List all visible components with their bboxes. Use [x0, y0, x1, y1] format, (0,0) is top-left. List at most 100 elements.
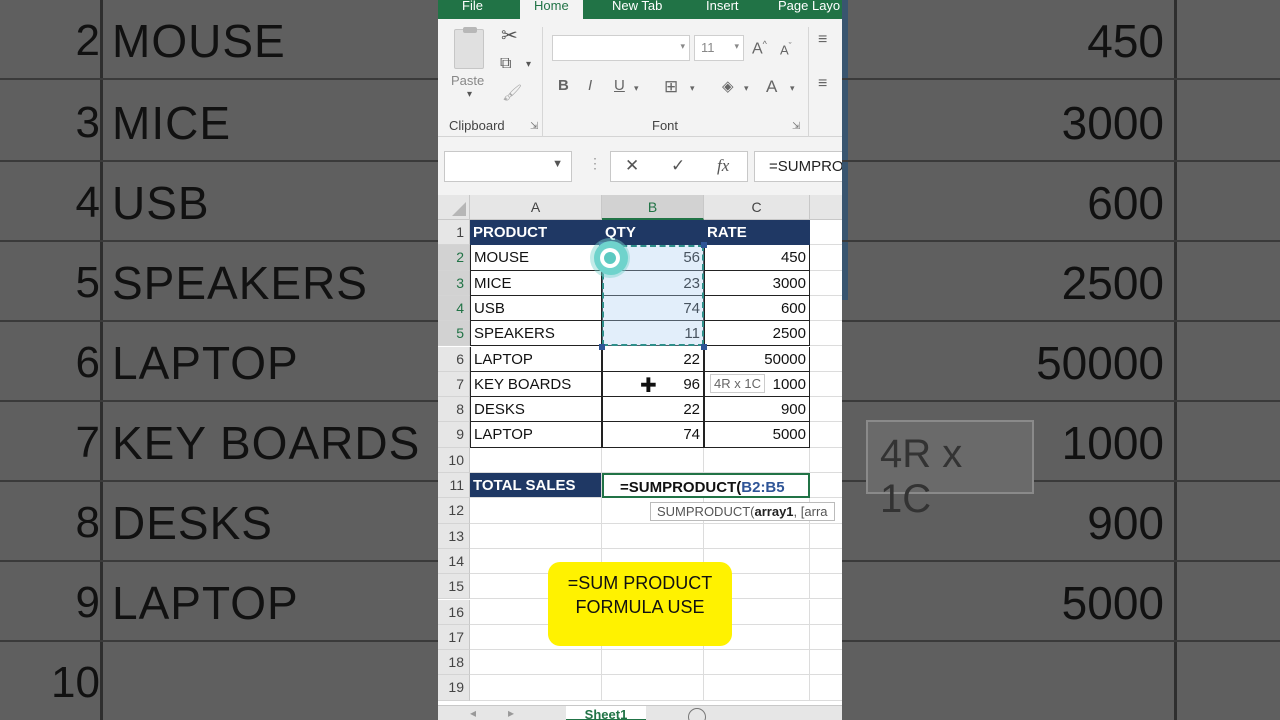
grid-cell[interactable]: [810, 549, 842, 575]
table-cell-product[interactable]: LAPTOP: [470, 346, 602, 372]
font-color-icon[interactable]: A: [766, 77, 777, 97]
row-header[interactable]: 4: [438, 295, 470, 322]
insert-function-icon[interactable]: fx: [717, 156, 729, 176]
row-header[interactable]: 13: [438, 523, 470, 549]
tab-insert[interactable]: Insert: [706, 0, 739, 13]
tab-new-tab[interactable]: New Tab: [612, 0, 662, 13]
table-cell-qty[interactable]: 74: [602, 422, 704, 448]
underline-button[interactable]: U: [614, 77, 625, 94]
grid-cell[interactable]: [810, 675, 842, 701]
fill-color-dropdown-icon[interactable]: ▾: [744, 83, 749, 94]
row-header[interactable]: 7: [438, 371, 470, 398]
column-header-c[interactable]: C: [704, 195, 810, 220]
tab-home[interactable]: Home: [520, 0, 583, 19]
grid-cell[interactable]: [810, 220, 842, 246]
prev-sheet-icon[interactable]: ◂: [470, 706, 476, 720]
row-header[interactable]: 8: [438, 397, 470, 423]
row-header[interactable]: 12: [438, 498, 470, 524]
grid-cell[interactable]: [810, 347, 842, 372]
column-header-b[interactable]: B: [602, 195, 704, 220]
font-size-combobox[interactable]: 11 ▾: [694, 35, 744, 61]
row-header[interactable]: 10: [438, 447, 470, 473]
table-header-cell[interactable]: RATE: [704, 220, 810, 246]
selection-handle[interactable]: [701, 242, 707, 249]
selection-handle[interactable]: [701, 343, 707, 350]
grid-cell[interactable]: [602, 523, 704, 549]
grid-cell[interactable]: [704, 523, 810, 549]
next-sheet-icon[interactable]: ▸: [508, 706, 514, 720]
grid-cell[interactable]: [810, 448, 842, 473]
row-header[interactable]: 18: [438, 650, 470, 676]
grid-cell[interactable]: [810, 245, 842, 271]
row-header[interactable]: 16: [438, 599, 470, 625]
paste-dropdown-icon[interactable]: ▾: [467, 89, 472, 100]
grid-cell[interactable]: [810, 321, 842, 347]
grid-cell[interactable]: [810, 574, 842, 600]
table-cell-qty[interactable]: 22: [602, 397, 704, 423]
format-painter-icon[interactable]: 🖌: [502, 83, 522, 103]
row-header[interactable]: 1: [438, 220, 470, 246]
grid-cell[interactable]: [810, 271, 842, 296]
copy-icon[interactable]: ⧉: [500, 55, 511, 73]
sheet-tab-sheet1[interactable]: Sheet1: [566, 706, 646, 720]
grid-cell[interactable]: [704, 675, 810, 701]
grid-cell[interactable]: [810, 600, 842, 625]
paste-label[interactable]: Paste: [451, 73, 484, 88]
column-header-a[interactable]: A: [470, 195, 602, 220]
font-launcher-icon[interactable]: ⇲: [792, 121, 800, 132]
table-cell-product[interactable]: DESKS: [470, 397, 602, 423]
grow-font-icon[interactable]: A^: [752, 39, 767, 58]
table-cell-product[interactable]: KEY BOARDS: [470, 371, 602, 398]
select-all-button[interactable]: [438, 195, 470, 220]
fill-color-icon[interactable]: ◈: [722, 77, 734, 95]
row-header[interactable]: 9: [438, 422, 470, 448]
row-header[interactable]: 11: [438, 473, 470, 499]
table-cell-product[interactable]: MICE: [470, 270, 602, 296]
table-cell-product[interactable]: SPEAKERS: [470, 321, 602, 347]
grid-cell[interactable]: [810, 296, 842, 322]
clipboard-launcher-icon[interactable]: ⇲: [530, 121, 538, 132]
row-header[interactable]: 6: [438, 346, 470, 372]
grid-cell[interactable]: [602, 675, 704, 701]
font-color-dropdown-icon[interactable]: ▾: [790, 83, 795, 94]
tab-file[interactable]: File: [462, 0, 483, 13]
grid-cell[interactable]: [704, 650, 810, 676]
selection-handle[interactable]: [599, 343, 605, 350]
total-sales-label[interactable]: TOTAL SALES: [470, 473, 602, 499]
name-box[interactable]: ▼: [444, 151, 572, 182]
table-cell-product[interactable]: USB: [470, 295, 602, 322]
shrink-font-icon[interactable]: Aˇ: [780, 41, 792, 57]
add-sheet-icon[interactable]: [688, 708, 706, 720]
paste-icon[interactable]: [454, 27, 484, 69]
table-cell-qty[interactable]: 22: [602, 346, 704, 372]
formula-input[interactable]: =SUMPRODC: [754, 151, 842, 182]
grid-cell[interactable]: [810, 625, 842, 651]
table-cell-rate[interactable]: 3000: [704, 270, 810, 296]
copy-dropdown-icon[interactable]: ▾: [526, 59, 531, 70]
formula-bar-grip[interactable]: ⋮: [588, 155, 602, 172]
row-header[interactable]: 2: [438, 245, 470, 271]
align-top-icon[interactable]: ≡: [818, 31, 827, 49]
cut-icon[interactable]: ✂: [501, 23, 518, 48]
grid-cell[interactable]: [470, 523, 602, 549]
grid-cell[interactable]: [602, 650, 704, 676]
row-header[interactable]: 14: [438, 548, 470, 575]
borders-dropdown-icon[interactable]: ▾: [690, 83, 695, 94]
grid-cell[interactable]: [470, 498, 602, 524]
grid-cell[interactable]: [602, 447, 704, 473]
formula-edit-cell[interactable]: =SUMPRODUCT(B2:B5: [602, 473, 810, 499]
row-header[interactable]: 17: [438, 624, 470, 651]
table-cell-rate[interactable]: 450: [704, 245, 810, 271]
grid-cell[interactable]: [470, 650, 602, 676]
borders-icon[interactable]: ⊞: [664, 77, 678, 97]
bold-button[interactable]: B: [558, 77, 569, 94]
align-left-icon[interactable]: ≡: [818, 75, 827, 93]
table-cell-product[interactable]: MOUSE: [470, 245, 602, 271]
grid-cell[interactable]: [810, 473, 842, 499]
grid-cell[interactable]: [810, 422, 842, 448]
underline-dropdown-icon[interactable]: ▾: [634, 83, 639, 94]
font-name-combobox[interactable]: ▾: [552, 35, 690, 61]
table-header-cell[interactable]: PRODUCT: [470, 220, 602, 246]
cancel-icon[interactable]: ✕: [625, 156, 639, 176]
table-cell-product[interactable]: LAPTOP: [470, 422, 602, 448]
